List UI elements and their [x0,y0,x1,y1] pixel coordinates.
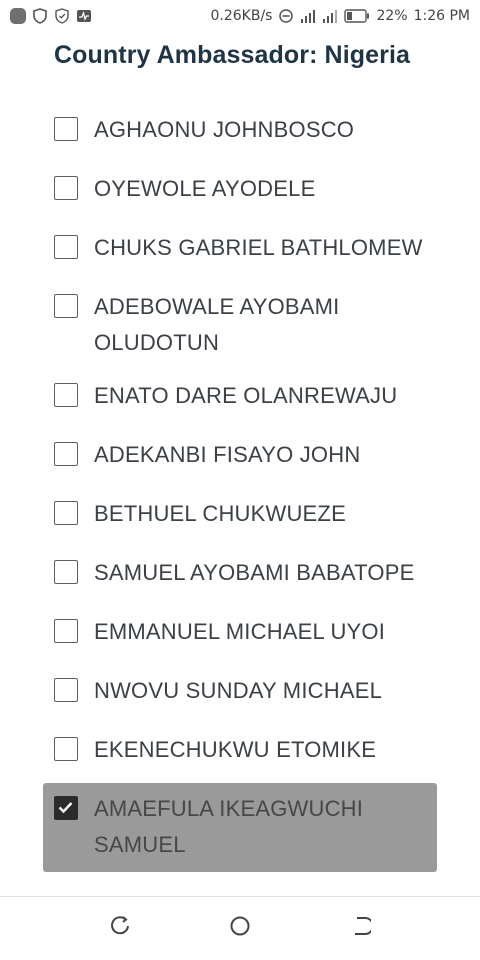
option-label: ENATO DARE OLANREWAJU [94,383,398,408]
checkbox[interactable] [54,176,78,200]
battery-icon [344,8,370,24]
home-button[interactable] [226,915,254,943]
signal-icon [322,8,338,24]
do-not-disturb-icon [278,8,294,24]
checkbox[interactable] [54,442,78,466]
recent-apps-icon [109,915,131,942]
shield-check-icon [54,8,70,24]
checkbox[interactable] [54,383,78,407]
option-item[interactable]: EKENECHUKWU ETOMIKE [43,724,437,783]
option-item[interactable]: OYEWOLE AYODELE [43,163,437,222]
activity-icon [76,8,92,24]
status-left-icons [10,8,92,24]
option-item[interactable]: ADEBOWALE AYOBAMI OLUDOTUN [43,281,437,370]
shield-icon [32,8,48,24]
net-speed: 0.26KB/s [210,8,273,24]
option-label: ADEKANBI FISAYO JOHN [94,442,361,467]
checkbox-checked[interactable] [54,796,78,820]
signal-icon [300,8,316,24]
checkbox[interactable] [54,501,78,525]
checkbox[interactable] [54,560,78,584]
option-item[interactable]: AGHAONU JOHNBOSCO [43,104,437,163]
option-label: SAMUEL AYOBAMI BABATOPE [94,560,415,585]
option-item[interactable]: BETHUEL CHUKWUEZE [43,488,437,547]
checkbox[interactable] [54,619,78,643]
checkbox[interactable] [54,235,78,259]
option-item[interactable]: EMMANUEL MICHAEL UYOI [43,606,437,665]
home-icon [229,915,251,942]
app-dot-icon [10,8,26,24]
option-label: BETHUEL CHUKWUEZE [94,501,346,526]
option-item[interactable]: ADEKANBI FISAYO JOHN [43,429,437,488]
option-label: EMMANUEL MICHAEL UYOI [94,619,386,644]
option-label: NWOVU SUNDAY MICHAEL [94,678,383,703]
system-nav-bar [0,896,480,960]
checkbox[interactable] [54,294,78,318]
option-label: EKENECHUKWU ETOMIKE [94,737,377,762]
checkmark-icon [58,802,73,814]
back-icon [349,915,374,942]
option-label: CHUKS GABRIEL BATHLOMEW [94,235,423,260]
option-item[interactable]: CHUKS GABRIEL BATHLOMEW [43,222,437,281]
option-label: ADEBOWALE AYOBAMI OLUDOTUN [94,294,340,355]
checkbox[interactable] [54,117,78,141]
checkbox[interactable] [54,678,78,702]
option-item[interactable]: NWOVU SUNDAY MICHAEL [43,665,437,724]
option-item[interactable]: ENATO DARE OLANREWAJU [43,370,437,429]
option-label: AMAEFULA IKEAGWUCHI SAMUEL [94,796,364,857]
option-item[interactable]: AMAEFULA IKEAGWUCHI SAMUEL [43,783,437,872]
status-right-icons: 0.26KB/s 22% 1:26 PM [210,8,470,24]
back-button[interactable] [346,915,374,943]
checkbox[interactable] [54,737,78,761]
recent-apps-button[interactable] [106,915,134,943]
clock: 1:26 PM [413,8,470,24]
option-item[interactable]: SAMUEL AYOBAMI BABATOPE [43,547,437,606]
battery-percent: 22% [376,8,408,24]
option-label: OYEWOLE AYODELE [94,176,316,201]
option-label: AGHAONU JOHNBOSCO [94,117,355,142]
page-title: Country Ambassador: Nigeria [54,41,411,69]
status-bar: 0.26KB/s 22% 1:26 PM [0,0,480,32]
